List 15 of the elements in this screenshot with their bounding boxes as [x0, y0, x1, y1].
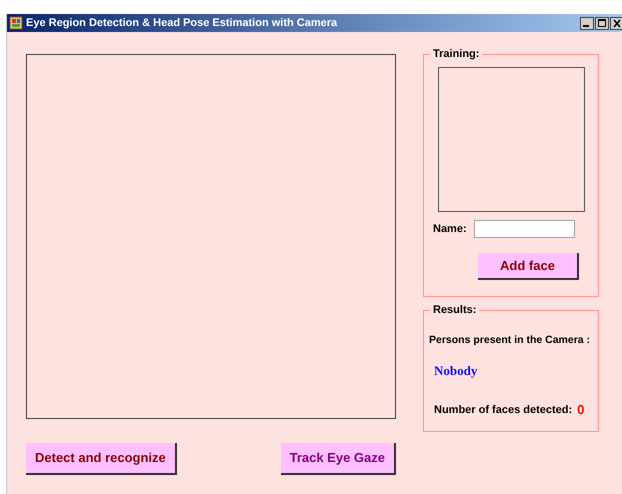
- group-title: Training:: [430, 47, 482, 61]
- faces-count-value: 0: [577, 401, 584, 420]
- persons-label: Persons present in the Camera :: [429, 333, 592, 348]
- faces-count-label: Number of faces detected:: [434, 402, 572, 418]
- close-icon[interactable]: [610, 16, 622, 30]
- maximize-icon[interactable]: [595, 16, 609, 30]
- detect-button[interactable]: Detect and recognize: [26, 443, 177, 475]
- name-label: Name:: [433, 222, 467, 237]
- app-icon: [9, 16, 23, 30]
- persons-value: Nobody: [434, 362, 478, 380]
- minimize-icon[interactable]: [580, 16, 594, 30]
- name-field[interactable]: [474, 220, 575, 238]
- add-face-button[interactable]: Add face: [478, 253, 579, 280]
- window-title: Eye Region Detection & Head Pose Estimation with Camera: [26, 16, 338, 31]
- track-button[interactable]: Track Eye Gaze: [280, 443, 396, 475]
